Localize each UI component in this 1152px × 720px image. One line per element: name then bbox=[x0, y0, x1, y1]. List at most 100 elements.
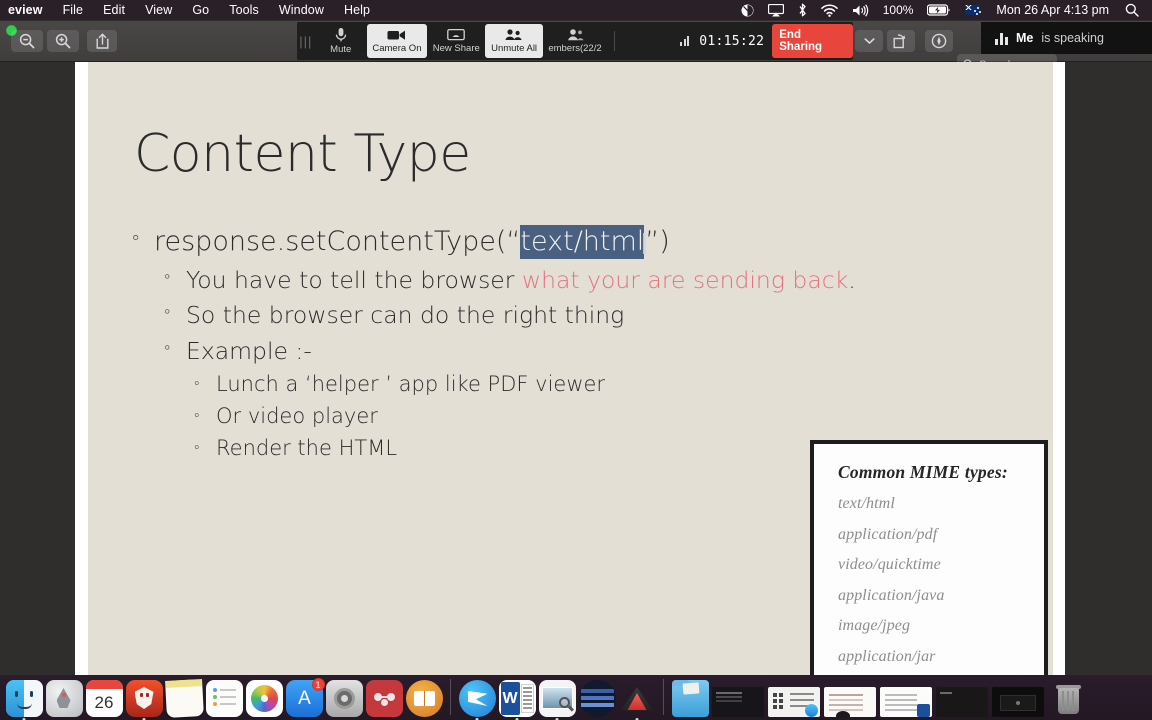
app-store-badge: 1 bbox=[311, 678, 325, 691]
dock-item-mendeley[interactable] bbox=[365, 680, 403, 717]
airplay-icon[interactable] bbox=[761, 0, 791, 20]
dock-item-microsoft-word[interactable]: W bbox=[498, 680, 536, 720]
dock-item-finder[interactable] bbox=[5, 680, 43, 720]
zoom-unmute-all-button[interactable]: Unmute All bbox=[485, 24, 543, 58]
bluetooth-icon[interactable] bbox=[791, 0, 814, 20]
menu-view[interactable]: View bbox=[135, 0, 182, 20]
code-prefix: response.setContentType(“ bbox=[154, 226, 521, 257]
dock-item-calendar[interactable]: 26 bbox=[85, 680, 123, 717]
menu-tools[interactable]: Tools bbox=[219, 0, 269, 20]
signal-bars-icon bbox=[680, 36, 690, 46]
minimized-terminal-window[interactable] bbox=[712, 687, 764, 717]
volume-icon[interactable] bbox=[845, 0, 876, 20]
menu-file[interactable]: File bbox=[53, 0, 94, 20]
dock-item-preview[interactable] bbox=[538, 680, 576, 720]
audio-level-icon bbox=[995, 32, 1008, 45]
menu-window[interactable]: Window bbox=[269, 0, 334, 20]
zoom-new-share-button[interactable]: New Share bbox=[427, 22, 485, 60]
dock-item-downloads-folder[interactable] bbox=[671, 680, 709, 717]
dock-item-photos[interactable] bbox=[245, 680, 283, 717]
page-title: Content Type bbox=[134, 124, 471, 184]
do-not-disturb-icon[interactable] bbox=[734, 0, 761, 20]
speaking-indicator: Me is speaking bbox=[981, 22, 1152, 54]
bullet-list: response.setContentType(“text/html”) You… bbox=[120, 225, 1020, 468]
video-camera-icon bbox=[387, 30, 406, 40]
dock-item-messenger[interactable] bbox=[458, 680, 496, 720]
bullet-browser-tell: You have to tell the browser what your a… bbox=[120, 266, 1020, 294]
zoom-mute-button[interactable]: Mute bbox=[315, 22, 367, 60]
dock-item-reminders[interactable] bbox=[205, 680, 243, 717]
selected-text[interactable]: text/html bbox=[520, 225, 645, 259]
end-sharing-button[interactable]: End Sharing bbox=[772, 24, 853, 58]
minimized-dark-window[interactable] bbox=[936, 687, 988, 717]
minimized-app-badge bbox=[917, 704, 930, 717]
menu-go[interactable]: Go bbox=[182, 0, 219, 20]
text-cursor-icon bbox=[643, 233, 647, 254]
markup-icon[interactable] bbox=[925, 30, 953, 52]
minimized-keynote-window[interactable] bbox=[768, 687, 820, 717]
preview-window: Search Content Type response.setContentT… bbox=[0, 20, 1152, 678]
document-area[interactable]: Content Type response.setContentType(“te… bbox=[0, 62, 1152, 678]
zoom-out-button[interactable] bbox=[11, 30, 43, 52]
zoom-mute-label: Mute bbox=[330, 44, 352, 55]
speaker-name: Me bbox=[1016, 31, 1034, 45]
dock-item-books[interactable] bbox=[405, 680, 443, 717]
code-bullet: response.setContentType(“text/html”) bbox=[120, 225, 1020, 259]
dock-item-acrobat[interactable] bbox=[619, 680, 656, 720]
dock-item-launchpad[interactable] bbox=[45, 680, 83, 717]
minimized-word-window[interactable] bbox=[880, 687, 932, 717]
menu-help[interactable]: Help bbox=[334, 0, 380, 20]
mime-type-item: image/jpeg bbox=[838, 617, 911, 634]
microphone-icon bbox=[335, 28, 346, 42]
mime-type-item: application/pdf bbox=[838, 525, 938, 543]
zoom-in-button[interactable] bbox=[47, 30, 79, 52]
minimized-app-badge bbox=[805, 704, 818, 717]
dock-item-app-store[interactable]: A 1 bbox=[285, 678, 325, 717]
participants-icon bbox=[567, 29, 584, 41]
mime-box-heading: Common MIME types: bbox=[838, 462, 1008, 482]
rotate-icon[interactable] bbox=[887, 30, 915, 52]
spotlight-search-icon[interactable] bbox=[1118, 0, 1146, 20]
bullet-accent-text: what your are sending back bbox=[521, 266, 849, 295]
chevron-down-button[interactable] bbox=[855, 30, 883, 52]
battery-charging-icon[interactable] bbox=[920, 0, 958, 20]
mime-type-item: video/quicktime bbox=[838, 556, 941, 573]
minimized-document-window[interactable] bbox=[824, 687, 876, 717]
menu-status-items: 100% Mon 26 Apr 4:13 pm bbox=[734, 0, 1152, 20]
dock-item-brave-browser[interactable] bbox=[125, 680, 163, 720]
mime-type-item: application/jar bbox=[838, 647, 936, 665]
zoom-participants-button[interactable]: embers(22/2 bbox=[543, 22, 608, 60]
menu-edit[interactable]: Edit bbox=[93, 0, 135, 20]
toolbar-divider bbox=[614, 31, 616, 51]
screen: eview File Edit View Go Tools Window Hel… bbox=[0, 0, 1152, 720]
minimized-video-window[interactable] bbox=[992, 687, 1044, 717]
zoom-new-share-label: New Share bbox=[432, 43, 480, 54]
australia-flag-icon[interactable] bbox=[958, 0, 987, 20]
screen-share-icon bbox=[447, 28, 466, 41]
menubar-clock[interactable]: Mon 26 Apr 4:13 pm bbox=[987, 3, 1118, 17]
zoom-timer: 01:15:22 bbox=[699, 33, 765, 49]
mime-type-item: application/java bbox=[838, 586, 945, 604]
zoom-timer-group: 01:15:22 bbox=[680, 34, 764, 49]
bullet-tail: . bbox=[848, 266, 856, 295]
speaker-status: is speaking bbox=[1041, 31, 1104, 45]
zoom-meeting-toolbar: ||| Mute Camera On New Share Unmute All … bbox=[297, 22, 853, 60]
dock-item-stickies[interactable] bbox=[164, 679, 204, 718]
battery-percent-label: 100% bbox=[882, 3, 914, 17]
drag-handle-icon[interactable]: ||| bbox=[297, 34, 315, 49]
menu-bar: eview File Edit View Go Tools Window Hel… bbox=[0, 0, 1152, 20]
menu-app-name[interactable]: eview bbox=[0, 0, 53, 20]
bullet-video-player: Or video player bbox=[120, 404, 1020, 429]
dock-item-notability[interactable] bbox=[578, 680, 616, 717]
zoom-unmute-all-label: Unmute All bbox=[491, 43, 538, 54]
dock-separator bbox=[663, 679, 664, 715]
dock-item-system-preferences[interactable] bbox=[325, 680, 363, 717]
bullet-example: Example :- bbox=[120, 337, 1020, 365]
code-suffix: ”) bbox=[645, 226, 670, 257]
bullet-helper-app: Lunch a ‘helper ’ app like PDF viewer bbox=[120, 372, 1020, 397]
wifi-icon[interactable] bbox=[814, 0, 845, 20]
zoom-camera-button[interactable]: Camera On bbox=[366, 24, 428, 58]
dock-item-trash[interactable] bbox=[1050, 680, 1087, 717]
share-button[interactable] bbox=[87, 30, 117, 52]
dock: 26 A 1 W bbox=[0, 675, 1152, 720]
